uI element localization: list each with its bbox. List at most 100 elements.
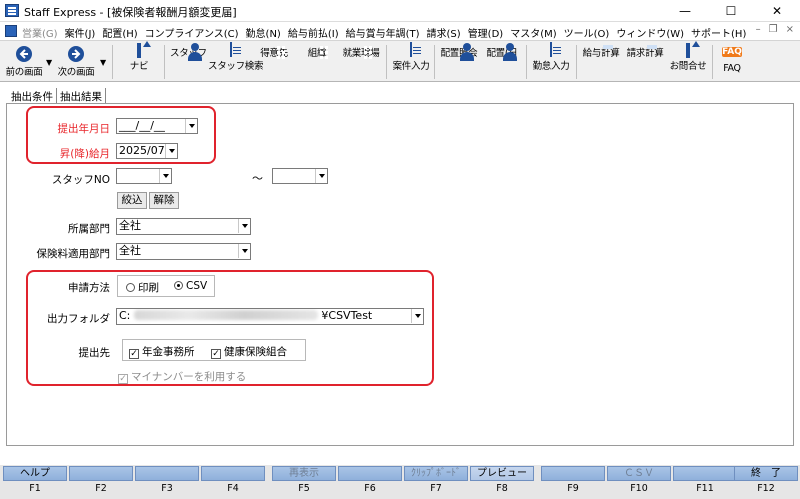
staff-no-to-select[interactable]	[272, 168, 328, 184]
fkey-f7[interactable]: ｸﾘｯﾌﾟﾎﾞｰﾄﾞ F7	[404, 466, 468, 498]
menu-placement[interactable]: 配置(H)	[102, 25, 137, 40]
department-select[interactable]: 全社	[116, 218, 251, 235]
output-folder-select[interactable]: C: ¥CSVTest	[116, 308, 424, 325]
radio-csv-indicator[interactable]	[174, 281, 183, 290]
client-label: 得意先	[260, 48, 288, 59]
submission-date-value: ___/__/__	[119, 119, 165, 132]
chevron-down-icon[interactable]	[315, 169, 327, 183]
fkey-f3[interactable]: F3	[135, 466, 199, 498]
worksite-button[interactable]: 就業現場	[338, 43, 384, 81]
case-entry-icon	[410, 42, 412, 57]
faq-button[interactable]: FAQ FAQ	[718, 43, 746, 81]
radio-print[interactable]: 印刷	[126, 280, 159, 295]
fkey-f8[interactable]: プレビュー F8	[470, 466, 534, 498]
navi-button[interactable]: ナビ	[122, 43, 156, 81]
menu-billing[interactable]: 請求(S)	[427, 25, 461, 40]
toolbar-separator	[164, 45, 165, 79]
raise-month-select[interactable]: 2025/07	[116, 143, 178, 159]
fkey-f10-label: ＣＳＶ	[607, 466, 671, 481]
client-button[interactable]: 得意先	[256, 43, 292, 81]
staff-search-label: スタッフ検索	[208, 61, 264, 72]
insurance-department-select[interactable]: 全社	[116, 243, 251, 260]
submit-to-group: ✓ 年金事務所 ✓ 健康保険組合	[122, 339, 306, 361]
menu-case[interactable]: 案件(J)	[65, 25, 96, 40]
staff-search-icon	[230, 42, 232, 57]
fkey-f12[interactable]: 終 了 F12	[734, 466, 798, 498]
billing-calc-button[interactable]: 請求計算	[624, 43, 666, 81]
menu-window[interactable]: ウィンドウ(W)	[616, 25, 684, 40]
fkey-f6[interactable]: F6	[338, 466, 402, 498]
placement-inquiry-button[interactable]: 配置照会	[438, 43, 480, 81]
menu-master[interactable]: マスタ(M)	[510, 25, 556, 40]
mdi-minimize-button[interactable]: –	[756, 24, 761, 35]
minimize-button[interactable]: —	[662, 0, 708, 22]
toolbar-separator	[112, 45, 113, 79]
title-bar: Staff Express - [被保険者報酬月額変更届] — ☐ ✕	[0, 0, 800, 22]
menu-tools[interactable]: ツール(O)	[564, 25, 610, 40]
forward-button[interactable]: 次の画面	[56, 43, 96, 81]
toolbar-separator	[712, 45, 713, 79]
checkmark-icon[interactable]: ✓	[211, 349, 221, 359]
staff-no-from-select[interactable]	[116, 168, 172, 184]
mdi-child-icon[interactable]	[5, 25, 17, 37]
toolbar-separator	[434, 45, 435, 79]
staff-button[interactable]: スタッフ	[170, 43, 207, 81]
fkey-f10[interactable]: ＣＳＶ F10	[607, 466, 671, 498]
fkey-f11-key: F11	[696, 483, 714, 494]
close-button[interactable]: ✕	[754, 0, 800, 22]
chevron-down-icon[interactable]	[238, 219, 250, 233]
submission-date-input[interactable]: ___/__/__	[116, 118, 198, 134]
menu-attendance[interactable]: 勤怠(N)	[246, 25, 281, 40]
checkbox-health-insurance[interactable]: ✓ 健康保険組合	[211, 344, 287, 359]
back-dropdown-icon[interactable]: ▼	[46, 58, 52, 67]
forward-dropdown-icon[interactable]: ▼	[100, 58, 106, 67]
payroll-calc-button[interactable]: 給与計算	[580, 43, 622, 81]
fkey-f11[interactable]: F11	[673, 466, 737, 498]
filter-button[interactable]: 絞込	[117, 192, 147, 209]
menu-payroll[interactable]: 給与賞与年調(T)	[346, 25, 420, 40]
clear-button[interactable]: 解除	[149, 192, 179, 209]
insurance-department-value: 全社	[119, 244, 141, 257]
back-button[interactable]: 前の画面	[4, 43, 44, 81]
staff-search-button[interactable]: スタッフ検索	[208, 42, 264, 81]
mdi-restore-button[interactable]: ❐	[769, 24, 778, 35]
chevron-down-icon[interactable]	[411, 309, 423, 323]
mdi-close-button[interactable]: ×	[786, 24, 794, 35]
chevron-down-icon[interactable]	[159, 169, 171, 183]
chevron-down-icon[interactable]	[238, 244, 250, 258]
chevron-down-icon[interactable]	[165, 144, 177, 158]
forward-label: 次の画面	[57, 67, 95, 78]
toolbar-separator	[386, 45, 387, 79]
fkey-f5[interactable]: 再表示 F5	[272, 466, 336, 498]
attendance-icon	[550, 42, 552, 57]
fkey-f11-label	[673, 466, 737, 481]
case-entry-button[interactable]: 案件入力	[390, 42, 432, 81]
menu-admin[interactable]: 管理(D)	[468, 25, 504, 40]
maximize-button[interactable]: ☐	[708, 0, 754, 22]
fkey-f3-label	[135, 466, 199, 481]
menu-bar: 営業(G) 案件(J) 配置(H) コンプライアンス(C) 勤怠(N) 給与前払…	[0, 22, 800, 40]
radio-print-indicator[interactable]	[126, 283, 135, 292]
menu-compliance[interactable]: コンプライアンス(C)	[145, 25, 239, 40]
menu-sales[interactable]: 営業(G)	[22, 25, 58, 40]
fkey-f2[interactable]: F2	[69, 466, 133, 498]
radio-csv[interactable]: CSV	[174, 280, 207, 292]
fkey-f9[interactable]: F9	[541, 466, 605, 498]
tab-extraction-results[interactable]: 抽出結果	[57, 88, 106, 104]
checkbox-pension-office[interactable]: ✓ 年金事務所	[129, 344, 195, 359]
fkey-f4[interactable]: F4	[201, 466, 265, 498]
attendance-entry-label: 勤怠入力	[532, 61, 570, 72]
fkey-f1[interactable]: ヘルプ F1	[3, 466, 67, 498]
attendance-entry-button[interactable]: 勤怠入力	[530, 42, 572, 81]
inquiry-button[interactable]: お問合せ	[668, 43, 708, 81]
checkmark-icon[interactable]: ✓	[129, 349, 139, 359]
tab-extraction-conditions[interactable]: 抽出条件	[8, 88, 57, 104]
placement-day-button[interactable]: 配置(日	[482, 43, 522, 81]
department-value: 全社	[119, 219, 141, 232]
radio-csv-label: CSV	[186, 280, 208, 292]
navi-label: ナビ	[129, 61, 149, 72]
menu-support[interactable]: サポート(H)	[691, 25, 746, 40]
chevron-down-icon[interactable]	[185, 119, 197, 133]
menu-advance-pay[interactable]: 給与前払(I)	[288, 25, 339, 40]
organization-button[interactable]: 組織	[300, 43, 334, 81]
